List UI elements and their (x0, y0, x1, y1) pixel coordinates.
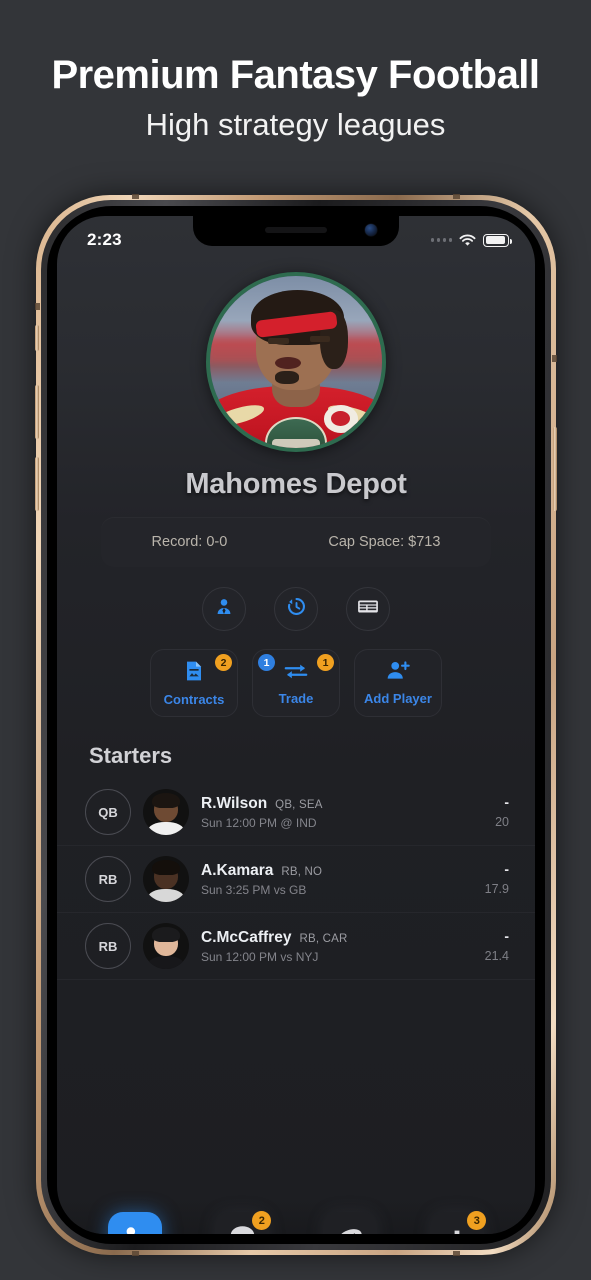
contracts-badge: 2 (215, 654, 232, 671)
football-icon (336, 1226, 364, 1234)
user-tie-icon (214, 597, 234, 622)
stats-badge: 3 (467, 1211, 487, 1230)
player-headshot (143, 789, 189, 835)
messages-badge: 2 (252, 1211, 272, 1230)
cap-space-label: Cap Space: $713 (328, 534, 441, 550)
avatar-beard (275, 370, 300, 385)
wifi-icon (459, 234, 476, 247)
action-button-row: 2 Contracts 1 1 Trade Add Player (57, 649, 535, 717)
bottom-tab-bar: 2 3 (57, 1198, 535, 1234)
trade-arrows-icon (283, 661, 309, 686)
signal-dots-icon (430, 238, 452, 242)
volume-up-button[interactable] (35, 385, 39, 439)
mute-switch[interactable] (35, 325, 39, 351)
volume-down-button[interactable] (35, 457, 39, 511)
contracts-button[interactable]: 2 Contracts (150, 649, 238, 717)
player-game-info: Sun 3:25 PM vs GB (201, 882, 307, 897)
table-row[interactable]: RB C.McCaffrey RB, CAR Sun 12:00 PM vs N… (57, 913, 535, 980)
avatar-team-patch (323, 405, 358, 433)
person-plus-icon (386, 660, 410, 686)
team-avatar[interactable] (206, 272, 386, 452)
notch (193, 216, 399, 246)
player-score: - (504, 861, 509, 878)
tab-stats[interactable]: 3 (430, 1211, 487, 1234)
trade-button[interactable]: 1 1 Trade (252, 649, 340, 717)
player-projection: 20 (495, 814, 509, 829)
battery-icon (483, 233, 512, 247)
position-badge: QB (85, 789, 131, 835)
player-name: A.Kamara (201, 861, 274, 879)
tab-league[interactable] (322, 1212, 377, 1234)
player-meta: QB, SEA (275, 798, 323, 811)
player-score: - (504, 928, 509, 945)
trade-badge-incoming: 1 (258, 654, 275, 671)
player-meta: RB, NO (281, 865, 323, 878)
starters-heading: Starters (89, 743, 173, 768)
player-name: C.McCaffrey (201, 928, 292, 946)
front-camera-icon (365, 224, 377, 236)
page-title: Mahomes Depot (185, 468, 407, 500)
antenna-line (35, 303, 40, 310)
antenna-line (552, 355, 557, 362)
league-standings-button[interactable] (346, 587, 390, 631)
position-badge: RB (85, 923, 131, 969)
table-row[interactable]: RB A.Kamara RB, NO Sun 3:25 PM vs GB - 1… (57, 846, 535, 913)
transaction-history-button[interactable] (274, 587, 318, 631)
team-info-bar: Record: 0-0 Cap Space: $713 (101, 517, 491, 567)
chat-bubble-icon (229, 1224, 256, 1234)
earpiece-speaker (265, 227, 327, 233)
antenna-line (453, 1251, 460, 1256)
antenna-line (132, 194, 139, 199)
player-game-info: Sun 12:00 PM @ IND (201, 815, 317, 830)
position-badge: RB (85, 856, 131, 902)
trade-badge-pending: 1 (317, 654, 334, 671)
add-player-button[interactable]: Add Player (354, 649, 442, 717)
add-player-label: Add Player (364, 691, 432, 706)
player-headshot (143, 856, 189, 902)
contracts-label: Contracts (163, 691, 225, 707)
avatar-eye (309, 336, 331, 343)
player-meta: RB, CAR (299, 932, 348, 945)
phone-mockup: 2:23 Mahomes Depot Record: 0-0 Cap Space… (35, 194, 557, 1256)
antenna-line (132, 1251, 139, 1256)
player-game-info: Sun 12:00 PM vs NYJ (201, 949, 319, 964)
bar-chart-icon (445, 1226, 469, 1234)
promo-header: Premium Fantasy Football High strategy l… (0, 0, 591, 143)
avatar-eye (268, 337, 290, 344)
person-tag-icon (121, 1225, 149, 1234)
trade-label: Trade (278, 690, 314, 706)
avatar-facemask (271, 439, 321, 448)
table-list-icon (357, 598, 379, 620)
table-row[interactable]: QB R.Wilson QB, SEA Sun 12:00 PM @ IND -… (57, 779, 535, 846)
promo-title: Premium Fantasy Football (51, 53, 540, 97)
history-clock-icon (286, 596, 307, 622)
player-projection: 17.9 (484, 881, 509, 896)
roster-manager-button[interactable] (202, 587, 246, 631)
tab-roster[interactable] (107, 1212, 162, 1234)
avatar-mouth (275, 356, 302, 369)
antenna-line (453, 194, 460, 199)
tab-messages[interactable]: 2 (215, 1211, 272, 1234)
player-name: R.Wilson (201, 794, 268, 812)
power-button[interactable] (553, 427, 557, 511)
record-label: Record: 0-0 (151, 534, 228, 550)
player-projection: 21.4 (484, 948, 509, 963)
contract-document-icon (184, 660, 204, 687)
quick-action-row (57, 587, 535, 631)
status-time: 2:23 (87, 230, 122, 249)
starters-list: QB R.Wilson QB, SEA Sun 12:00 PM @ IND -… (57, 779, 535, 980)
player-score: - (504, 794, 509, 811)
app-content: Mahomes Depot Record: 0-0 Cap Space: $71… (57, 272, 535, 1234)
promo-subtitle: High strategy leagues (145, 107, 446, 142)
phone-screen: 2:23 Mahomes Depot Record: 0-0 Cap Space… (57, 216, 535, 1234)
player-headshot (143, 923, 189, 969)
